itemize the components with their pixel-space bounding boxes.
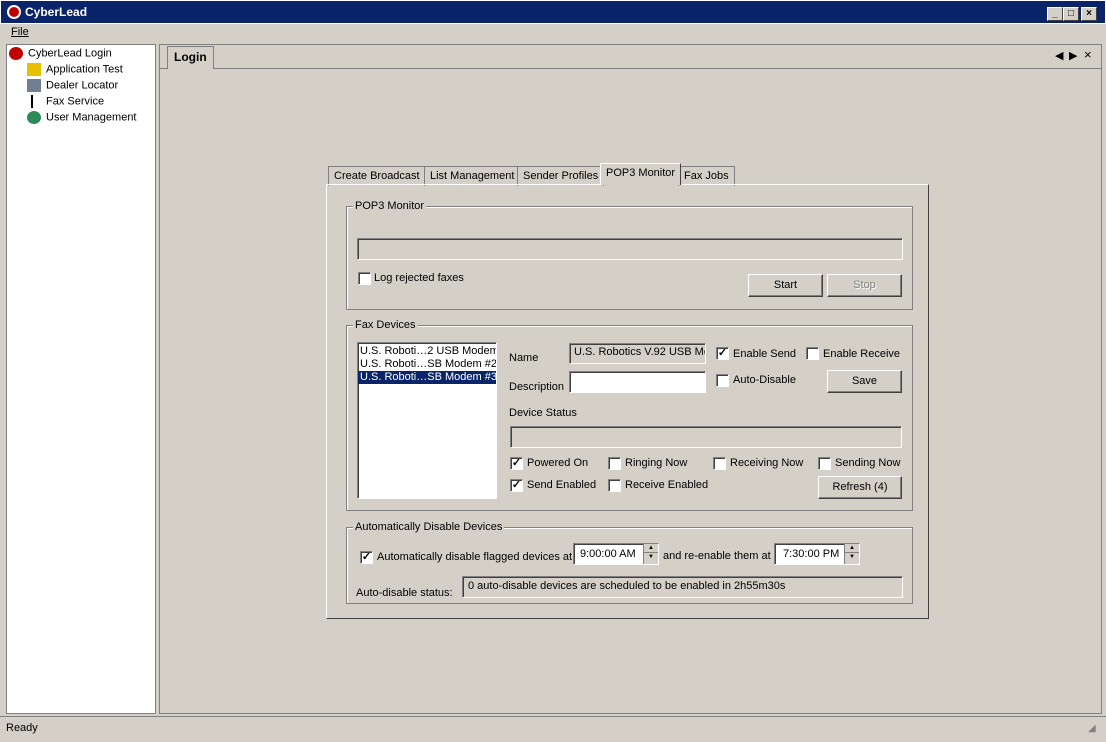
tab-list-management[interactable]: List Management bbox=[424, 166, 521, 186]
end-time-spinner[interactable]: 7:30:00 PM ▲ ▼ bbox=[774, 543, 860, 565]
send-enabled-checkbox[interactable]: ✓ bbox=[510, 479, 523, 492]
receiving-now-checkbox[interactable] bbox=[713, 457, 726, 470]
log-rejected-label: Log rejected faxes bbox=[374, 272, 464, 284]
name-label: Name bbox=[509, 352, 539, 364]
maximize-button[interactable]: □ bbox=[1063, 7, 1079, 21]
auto-disable-status-field: 0 auto-disable devices are scheduled to … bbox=[462, 576, 903, 598]
tree-root-label: CyberLead Login bbox=[28, 47, 112, 60]
start-button[interactable]: Start bbox=[748, 274, 823, 297]
enable-receive-label: Enable Receive bbox=[823, 348, 901, 360]
tree-item-dealer-locator[interactable]: Dealer Locator bbox=[27, 79, 118, 95]
tab-login[interactable]: Login bbox=[167, 46, 214, 69]
start-time-spin-buttons[interactable]: ▲ ▼ bbox=[643, 544, 658, 564]
title-bar: CyberLead _ □ × bbox=[0, 0, 1106, 24]
spin-down-icon[interactable]: ▼ bbox=[644, 553, 658, 562]
ringing-now-label: Ringing Now bbox=[625, 457, 688, 469]
cyberlead-icon bbox=[9, 47, 23, 60]
close-button[interactable]: × bbox=[1081, 7, 1097, 21]
pop3-monitor-legend: POP3 Monitor bbox=[353, 200, 427, 212]
save-button[interactable]: Save bbox=[827, 370, 902, 393]
fax-devices-legend: Fax Devices bbox=[353, 319, 418, 331]
list-item[interactable]: U.S. Roboti…2 USB Modem bbox=[358, 345, 496, 358]
tree-item-label: Application Test bbox=[46, 63, 123, 76]
refresh-button[interactable]: Refresh (4) bbox=[818, 476, 902, 499]
users-icon bbox=[27, 111, 41, 124]
stop-button[interactable]: Stop bbox=[827, 274, 902, 297]
close-tab-icon[interactable]: × bbox=[1084, 47, 1092, 62]
auto-disable-label: Auto-Disable bbox=[733, 374, 796, 386]
tab-pop3-monitor[interactable]: POP3 Monitor bbox=[600, 163, 682, 185]
send-enabled-label: Send Enabled bbox=[527, 479, 597, 491]
tree-item-label: Fax Service bbox=[46, 95, 105, 108]
scroll-right-icon[interactable]: ▶ bbox=[1069, 49, 1077, 62]
fax-icon bbox=[31, 95, 37, 108]
sending-now-label: Sending Now bbox=[835, 457, 901, 469]
scroll-left-icon[interactable]: ◀ bbox=[1055, 49, 1063, 62]
enable-send-checkbox[interactable]: ✓ bbox=[716, 347, 729, 360]
building-icon bbox=[27, 79, 41, 92]
tree-item-application-test[interactable]: Application Test bbox=[27, 63, 123, 79]
tree-item-label: User Management bbox=[46, 111, 137, 124]
fax-device-list[interactable]: U.S. Roboti…2 USB Modem U.S. Roboti…SB M… bbox=[357, 342, 497, 499]
menu-file[interactable]: File bbox=[11, 26, 29, 38]
tab-create-broadcast[interactable]: Create Broadcast bbox=[328, 166, 426, 186]
resize-grip-icon[interactable]: ◢ bbox=[1088, 723, 1096, 734]
tree-item-fax-service[interactable]: Fax Service bbox=[27, 95, 104, 111]
auto-disable-status-label: Auto-disable status: bbox=[356, 587, 453, 599]
device-name-field: U.S. Robotics V.92 USB Mc bbox=[569, 343, 706, 364]
menu-bar: File bbox=[0, 24, 1106, 42]
document-tabstrip: Login ◀ ▶ × bbox=[160, 45, 1101, 69]
pop3-status-field bbox=[357, 238, 903, 260]
navigation-tree: CyberLead Login Application Test Dealer … bbox=[6, 44, 156, 714]
app-icon bbox=[7, 5, 21, 19]
enable-receive-checkbox[interactable] bbox=[806, 347, 819, 360]
device-status-label: Device Status bbox=[509, 407, 577, 419]
tab-fax-jobs[interactable]: Fax Jobs bbox=[678, 166, 735, 186]
auto-disable-legend: Automatically Disable Devices bbox=[353, 521, 505, 533]
spin-up-icon[interactable]: ▲ bbox=[644, 544, 658, 553]
spin-up-icon[interactable]: ▲ bbox=[845, 544, 859, 553]
tree-root[interactable]: CyberLead Login bbox=[9, 47, 112, 63]
minimize-button[interactable]: _ bbox=[1047, 7, 1063, 21]
status-text: Ready bbox=[6, 722, 38, 734]
auto-disable-flagged-checkbox[interactable]: ✓ bbox=[360, 551, 373, 564]
log-rejected-checkbox[interactable] bbox=[358, 272, 371, 285]
receive-enabled-label: Receive Enabled bbox=[625, 479, 709, 491]
window-title: CyberLead bbox=[25, 5, 88, 19]
tree-item-user-management[interactable]: User Management bbox=[27, 111, 137, 127]
receive-enabled-checkbox[interactable] bbox=[608, 479, 621, 492]
auto-disable-flagged-label: Automatically disable flagged devices at bbox=[377, 551, 573, 563]
list-item[interactable]: U.S. Roboti…SB Modem #3 bbox=[358, 371, 496, 384]
description-label: Description bbox=[509, 381, 565, 393]
ringing-now-checkbox[interactable] bbox=[608, 457, 621, 470]
powered-on-checkbox[interactable]: ✓ bbox=[510, 457, 523, 470]
start-time-spinner[interactable]: 9:00:00 AM ▲ ▼ bbox=[573, 543, 659, 565]
receiving-now-label: Receiving Now bbox=[730, 457, 804, 469]
reenable-label: and re-enable them at bbox=[663, 550, 771, 562]
tab-sender-profiles[interactable]: Sender Profiles bbox=[517, 166, 605, 186]
sending-now-checkbox[interactable] bbox=[818, 457, 831, 470]
start-time-value: 9:00:00 AM bbox=[580, 548, 636, 560]
list-item[interactable]: U.S. Roboti…SB Modem #2 bbox=[358, 358, 496, 371]
enable-send-label: Enable Send bbox=[733, 348, 796, 360]
spin-down-icon[interactable]: ▼ bbox=[845, 553, 859, 562]
auto-disable-checkbox[interactable] bbox=[716, 374, 729, 387]
description-input[interactable] bbox=[569, 371, 706, 393]
end-time-value: 7:30:00 PM bbox=[783, 548, 840, 560]
wrench-icon bbox=[27, 63, 41, 76]
end-time-spin-buttons[interactable]: ▲ ▼ bbox=[844, 544, 859, 564]
device-status-field bbox=[510, 426, 902, 448]
powered-on-label: Powered On bbox=[527, 457, 589, 469]
status-bar: Ready ◢ bbox=[0, 716, 1106, 738]
tree-item-label: Dealer Locator bbox=[46, 79, 119, 92]
